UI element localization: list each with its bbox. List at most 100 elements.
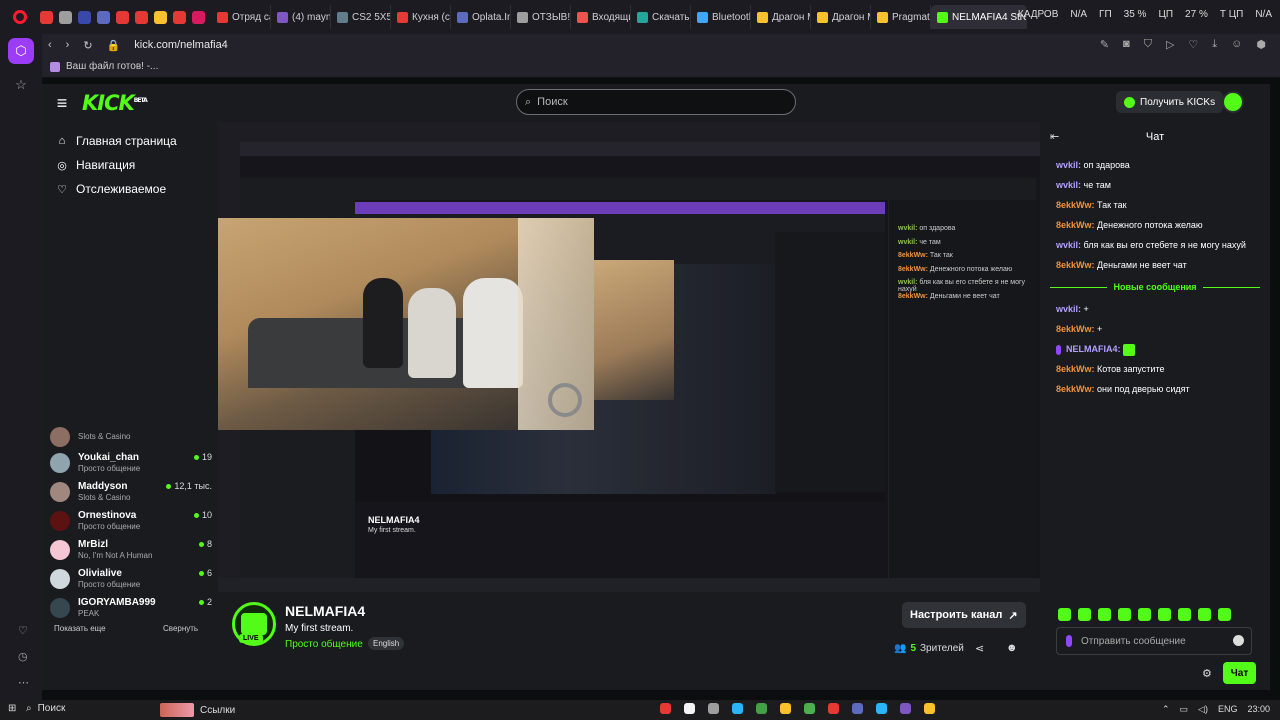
camera-icon[interactable]: ◙ bbox=[1123, 38, 1130, 51]
pinned-icon[interactable] bbox=[173, 10, 186, 24]
setup-channel-button[interactable]: Настроить канал ↗ bbox=[902, 602, 1026, 628]
volume-icon[interactable]: ◁) bbox=[1198, 704, 1208, 715]
get-kicks-button[interactable]: Получить KICKs bbox=[1116, 91, 1224, 113]
chat-username[interactable]: NELMAFIA4: bbox=[1066, 344, 1121, 354]
emote-icon[interactable] bbox=[1158, 608, 1171, 621]
channel-list-item[interactable]: Youkai_chan Просто общение 19 bbox=[50, 448, 212, 477]
avatar[interactable] bbox=[1222, 91, 1244, 113]
browser-tab[interactable]: Драгон М bbox=[751, 5, 811, 29]
play-icon[interactable]: ▷ bbox=[1166, 38, 1174, 51]
send-chat-button[interactable]: Чат bbox=[1223, 662, 1256, 684]
chat-username[interactable]: wvkil: bbox=[1056, 304, 1081, 314]
emote-icon[interactable] bbox=[1218, 608, 1231, 621]
browser-tab[interactable]: Pragmatic bbox=[871, 5, 931, 29]
workspace-icon[interactable]: ⬡ bbox=[8, 38, 34, 64]
emote-icon[interactable] bbox=[1098, 608, 1111, 621]
chat-username[interactable]: 8ekkWw: bbox=[1056, 260, 1095, 270]
browser-tab[interactable]: NELMAFIA4 Stre bbox=[931, 5, 1027, 29]
channel-name[interactable]: NELMAFIA4 bbox=[285, 603, 365, 619]
telegram-icon[interactable] bbox=[732, 703, 743, 714]
search-input[interactable]: ⌕ Поиск bbox=[516, 89, 796, 115]
browser-tab[interactable]: CS2 5X5 С bbox=[331, 5, 391, 29]
browser-tab[interactable]: Отряд сам bbox=[211, 5, 271, 29]
chrome-icon[interactable] bbox=[804, 703, 815, 714]
url-field[interactable]: kick.com/nelmafia4 bbox=[134, 39, 228, 51]
nav-item[interactable]: ◎ Навигация bbox=[56, 158, 218, 172]
heart-icon[interactable]: ♡ bbox=[18, 624, 29, 637]
taskbar-search[interactable]: ⌕ Поиск bbox=[26, 703, 65, 714]
chat-username[interactable]: wvkil: bbox=[1056, 160, 1081, 170]
extensions-icon[interactable]: ⬢ bbox=[1256, 38, 1266, 51]
gear-icon[interactable]: ⚙ bbox=[1202, 667, 1212, 680]
yandex-browser-icon[interactable] bbox=[684, 703, 695, 714]
heart-icon[interactable]: ♡ bbox=[1188, 38, 1198, 51]
browser-tab[interactable]: (4) mayn bbox=[271, 5, 331, 29]
opera-icon[interactable] bbox=[828, 703, 839, 714]
stream-category[interactable]: Просто общение bbox=[285, 639, 363, 650]
app-icon[interactable] bbox=[876, 703, 887, 714]
steam-icon[interactable] bbox=[852, 703, 863, 714]
more-icon[interactable]: ⋯ bbox=[18, 676, 29, 689]
emote-icon[interactable] bbox=[1058, 608, 1071, 621]
emote-icon[interactable] bbox=[1078, 608, 1091, 621]
pinned-icon[interactable] bbox=[192, 10, 205, 24]
chat-username[interactable]: 8ekkWw: bbox=[1056, 220, 1095, 230]
browser-tab[interactable]: Входящи bbox=[571, 5, 631, 29]
emote-icon[interactable] bbox=[1198, 608, 1211, 621]
download-icon[interactable]: ⤓ bbox=[1212, 38, 1217, 51]
emoji-icon[interactable] bbox=[1233, 635, 1244, 646]
shield-icon[interactable]: ⛉ bbox=[1144, 38, 1152, 51]
pinned-icon[interactable] bbox=[97, 10, 110, 24]
user-settings-icon[interactable]: ☻ bbox=[1006, 642, 1018, 654]
network-icon[interactable]: ▭ bbox=[1180, 704, 1189, 715]
language-tag[interactable]: English bbox=[368, 637, 405, 650]
folder-icon[interactable] bbox=[780, 703, 791, 714]
star-icon[interactable]: ☆ bbox=[8, 72, 34, 98]
channel-list-item[interactable]: Slots & Casino bbox=[50, 426, 212, 448]
pinned-icon[interactable] bbox=[154, 10, 167, 24]
emote-icon[interactable] bbox=[1118, 608, 1131, 621]
profile-icon[interactable]: ☺ bbox=[1231, 38, 1242, 51]
chat-username[interactable]: 8ekkWw: bbox=[1056, 324, 1095, 334]
youtube-pinned-icon[interactable] bbox=[40, 10, 53, 24]
emote-icon[interactable] bbox=[1138, 608, 1151, 621]
chat-username[interactable]: 8ekkWw: bbox=[1056, 200, 1095, 210]
channel-list-item[interactable]: Maddyson Slots & Casino 12,1 тыс. bbox=[50, 477, 212, 506]
chat-input[interactable]: Отправить сообщение bbox=[1056, 627, 1252, 655]
emote-icon[interactable] bbox=[1178, 608, 1191, 621]
collapse-chat-icon[interactable]: ⇤ bbox=[1050, 130, 1059, 143]
browser-tab[interactable]: Bluetooth bbox=[691, 5, 751, 29]
history-icon[interactable]: ◷ bbox=[18, 650, 29, 663]
back-icon[interactable]: ‹ bbox=[48, 39, 52, 51]
nav-item[interactable]: ♡ Отслеживаемое bbox=[56, 182, 218, 196]
edit-icon[interactable]: ✎ bbox=[1100, 38, 1109, 51]
language-indicator[interactable]: ENG bbox=[1218, 704, 1238, 715]
whatsapp-icon[interactable] bbox=[756, 703, 767, 714]
browser-tab[interactable]: Скачать м bbox=[631, 5, 691, 29]
opera-logo-icon[interactable] bbox=[0, 0, 40, 34]
chat-username[interactable]: wvkil: bbox=[1056, 240, 1081, 250]
channel-list-item[interactable]: MrBizl No, I'm Not A Human 8 bbox=[50, 535, 212, 564]
collapse-link[interactable]: Свернуть bbox=[163, 624, 198, 633]
channel-list-item[interactable]: Olivialive Просто общение 6 bbox=[50, 564, 212, 593]
clock[interactable]: 23:00 bbox=[1247, 704, 1270, 715]
pinned-icon[interactable] bbox=[78, 10, 91, 24]
video-player[interactable]: wvkil: оп здарова wvkil: че там 8ekkWw: Та… bbox=[218, 122, 1040, 592]
reload-icon[interactable]: ↻ bbox=[83, 39, 92, 52]
browser-tab[interactable]: Кухня (сер bbox=[391, 5, 451, 29]
tray-arrow-icon[interactable]: ⌃ bbox=[1162, 704, 1170, 715]
channel-list-item[interactable]: Ornestinova Просто общение 10 bbox=[50, 506, 212, 535]
taskbar-links[interactable]: Ссылки bbox=[160, 703, 235, 717]
window-icon[interactable] bbox=[708, 703, 719, 714]
menu-icon[interactable]: ≡ bbox=[42, 93, 82, 114]
chat-username[interactable]: wvkil: bbox=[1056, 180, 1081, 190]
pinned-icon[interactable] bbox=[59, 10, 72, 24]
chrome-icon[interactable] bbox=[924, 703, 935, 714]
show-more-link[interactable]: Показать еще bbox=[54, 624, 106, 633]
bookmark-item[interactable]: Ваш файл готов! -... bbox=[66, 61, 158, 72]
forward-icon[interactable]: › bbox=[66, 39, 70, 51]
chat-username[interactable]: 8ekkWw: bbox=[1056, 364, 1095, 374]
browser-tab[interactable]: Драгон М bbox=[811, 5, 871, 29]
yandex-icon[interactable] bbox=[660, 703, 671, 714]
kick-logo[interactable]: KICKBETA bbox=[82, 91, 148, 115]
